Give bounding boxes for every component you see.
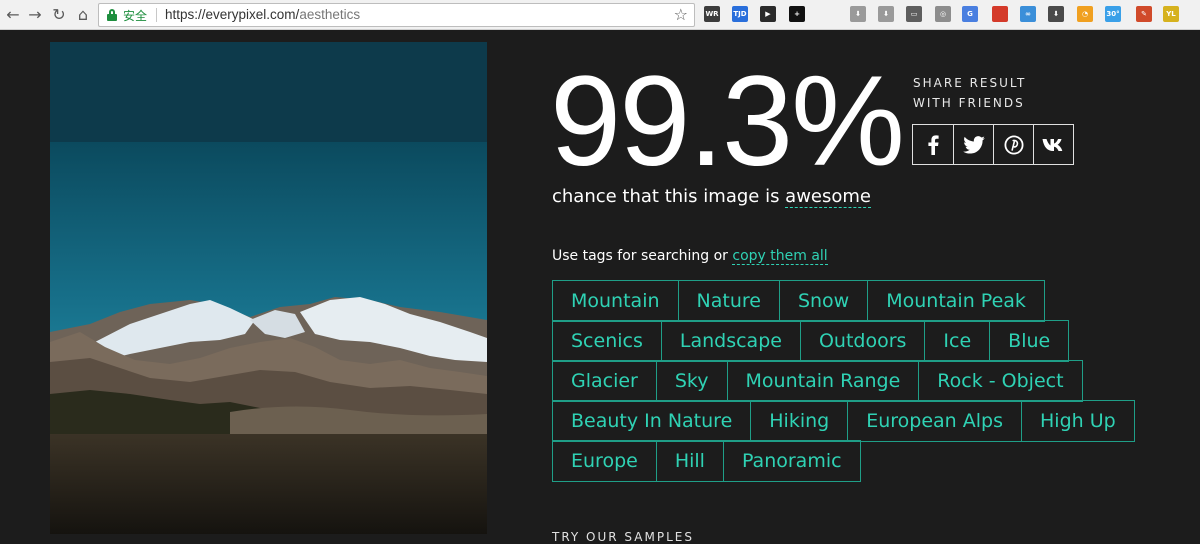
tag-row: Glacier Sky Mountain Range Rock - Object xyxy=(552,360,1152,402)
tag-nature[interactable]: Nature xyxy=(677,280,780,322)
samples-heading: TRY OUR SAMPLES xyxy=(552,530,694,544)
plus-extension-icon[interactable]: + xyxy=(789,6,805,22)
tag-row: Scenics Landscape Outdoors Ice Blue xyxy=(552,320,1152,362)
share-twitter-button[interactable] xyxy=(953,125,993,164)
download2-extension-icon[interactable]: ⬇ xyxy=(878,6,894,22)
browser-toolbar: ← → ↻ ⌂ 安全 https://everypixel.com/aesthe… xyxy=(0,0,1200,30)
tag-row: Beauty In Nature Hiking European Alps High … xyxy=(552,400,1152,442)
pinterest-icon xyxy=(1003,134,1024,155)
url-domain: https://everypixel.com/ xyxy=(165,7,300,22)
tag-snow[interactable]: Snow xyxy=(778,280,869,322)
tag-sky[interactable]: Sky xyxy=(655,360,728,402)
share-label: SHARE RESULT WITH FRIENDS xyxy=(913,73,1026,113)
tag-panoramic[interactable]: Panoramic xyxy=(722,440,861,482)
aesthetic-score: 99.3% xyxy=(550,50,905,193)
keyword-tags: Mountain Nature Snow Mountain Peak Scenics La… xyxy=(552,280,1152,482)
tag-high-up[interactable]: High Up xyxy=(1021,400,1135,442)
forward-arrow-icon[interactable]: → xyxy=(24,4,46,26)
bookmark-red-extension-icon[interactable] xyxy=(992,6,1008,22)
youtube-extension-icon[interactable]: ▶ xyxy=(760,6,776,22)
tag-mountain-peak[interactable]: Mountain Peak xyxy=(867,280,1045,322)
swirl-extension-icon[interactable]: ◎ xyxy=(935,6,951,22)
tag-mountain[interactable]: Mountain xyxy=(552,280,679,322)
tag-landscape[interactable]: Landscape xyxy=(660,320,801,362)
tag-scenics[interactable]: Scenics xyxy=(552,320,662,362)
back-arrow-icon[interactable]: ← xyxy=(2,4,24,26)
share-label-line2: WITH FRIENDS xyxy=(913,96,1025,110)
address-separator xyxy=(156,8,157,22)
yellow-extension-icon[interactable]: YL xyxy=(1163,6,1179,22)
vk-icon xyxy=(1042,138,1062,151)
tag-outdoors[interactable]: Outdoors xyxy=(799,320,926,362)
save-extension-icon[interactable]: ⬇ xyxy=(1048,6,1064,22)
tag-mountain-range[interactable]: Mountain Range xyxy=(726,360,920,402)
wr-extension-icon[interactable]: WR xyxy=(704,6,720,22)
share-pinterest-button[interactable] xyxy=(993,125,1033,164)
url-text[interactable]: https://everypixel.com/aesthetics xyxy=(165,7,360,22)
tag-hiking[interactable]: Hiking xyxy=(750,400,849,442)
twitter-icon xyxy=(962,135,985,154)
analyzed-photo xyxy=(50,42,487,534)
share-buttons xyxy=(912,124,1074,165)
address-bar[interactable]: 安全 https://everypixel.com/aesthetics ☆ xyxy=(98,3,695,27)
tags-hint: Use tags for searching or copy them all xyxy=(552,248,828,265)
bookmark-star-icon[interactable]: ☆ xyxy=(674,5,688,24)
download-extension-icon[interactable]: ⬇ xyxy=(850,6,866,22)
tag-hill[interactable]: Hill xyxy=(655,440,724,482)
share-vk-button[interactable] xyxy=(1033,125,1073,164)
screen-extension-icon[interactable]: ▭ xyxy=(906,6,922,22)
facebook-icon xyxy=(928,134,939,155)
tag-row: Mountain Nature Snow Mountain Peak xyxy=(552,280,1152,322)
share-facebook-button[interactable] xyxy=(913,125,953,164)
tag-europe[interactable]: Europe xyxy=(552,440,657,482)
share-label-line1: SHARE RESULT xyxy=(913,76,1027,90)
tag-row: Europe Hill Panoramic xyxy=(552,440,1152,482)
tjd-extension-icon[interactable]: TJD xyxy=(732,6,748,22)
copy-tags-link[interactable]: copy them all xyxy=(732,248,828,265)
no-ads-extension-icon[interactable] xyxy=(818,6,834,22)
tag-beauty-in-nature[interactable]: Beauty In Nature xyxy=(552,400,752,442)
tagline-awesome-word[interactable]: awesome xyxy=(785,186,871,208)
weather-extension-icon[interactable]: 30° xyxy=(1105,6,1121,22)
home-icon[interactable]: ⌂ xyxy=(72,4,94,26)
link-extension-icon[interactable]: ∞ xyxy=(1020,6,1036,22)
translate-extension-icon[interactable]: G xyxy=(962,6,978,22)
tagline-prefix: chance that this image is xyxy=(552,186,786,207)
tool-extension-icon[interactable]: ✎ xyxy=(1136,6,1152,22)
tag-glacier[interactable]: Glacier xyxy=(552,360,657,402)
tag-ice[interactable]: Ice xyxy=(924,320,991,362)
url-path: aesthetics xyxy=(299,7,361,22)
secure-label: 安全 xyxy=(123,9,148,23)
mountain-landscape-image xyxy=(50,42,487,534)
tag-blue[interactable]: Blue xyxy=(989,320,1070,362)
lock-icon xyxy=(107,9,117,21)
tag-rock-object[interactable]: Rock - Object xyxy=(918,360,1083,402)
score-tagline: chance that this image is awesome xyxy=(552,186,871,208)
reload-icon[interactable]: ↻ xyxy=(48,4,70,26)
tags-hint-text: Use tags for searching or xyxy=(552,248,733,264)
tag-european-alps[interactable]: European Alps xyxy=(847,400,1022,442)
ring-extension-icon[interactable]: ◔ xyxy=(1077,6,1093,22)
